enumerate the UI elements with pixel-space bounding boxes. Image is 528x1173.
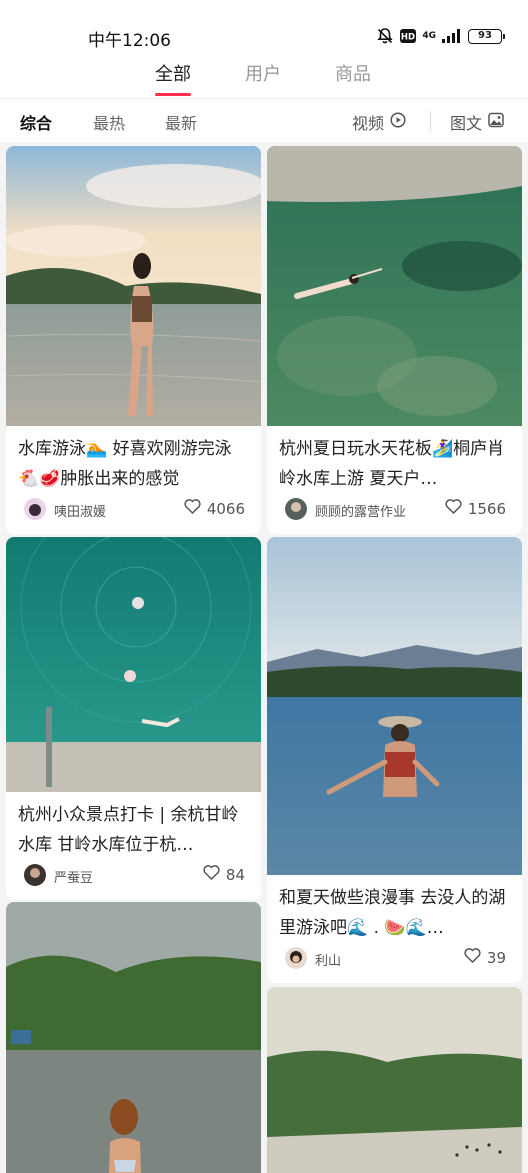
like-count: 84 <box>225 865 245 884</box>
feed-card[interactable]: 杭州小众景点打卡 | 余杭甘岭水库 甘岭水库位于杭… 严蚕豆 84 <box>6 537 261 900</box>
card-cover-image <box>267 987 522 1173</box>
card-title: 和夏天做些浪漫事 去没人的湖里游泳吧🌊 . 🍉🌊… <box>279 888 506 938</box>
signal-icon <box>442 29 462 43</box>
feed-card[interactable] <box>6 902 261 1173</box>
filter-image-text[interactable]: 图文 <box>450 110 504 134</box>
status-icons: HD 4G 93 <box>376 27 505 45</box>
filter-bar: 综合 最热 最新 视频 图文 <box>0 98 528 142</box>
card-cover-image <box>267 537 522 875</box>
filter-hottest[interactable]: 最热 <box>93 110 125 134</box>
card-meta: 利山 39 <box>267 943 522 983</box>
like-button[interactable]: 39 <box>464 948 506 967</box>
like-button[interactable]: 4066 <box>184 499 245 518</box>
mute-bell-icon <box>376 27 394 45</box>
network-type: 4G <box>422 30 436 41</box>
card-meta: 咦田淑媛 4066 <box>6 494 261 534</box>
like-count: 4066 <box>206 499 245 518</box>
filter-comprehensive[interactable]: 综合 <box>20 110 52 134</box>
card-title: 水库游泳🏊 好喜欢刚游完泳🐔🥩肿胀出来的感觉 <box>18 439 232 489</box>
author-name[interactable]: 严蚕豆 <box>54 867 93 886</box>
avatar[interactable] <box>24 498 46 520</box>
heart-icon <box>184 499 201 518</box>
feed-card[interactable]: 杭州夏日玩水天花板🏄‍♀️桐庐肖岭水库上游 夏天户… 顾顾的露营作业 1566 <box>267 146 522 534</box>
heart-icon <box>203 865 220 884</box>
image-icon <box>488 112 504 132</box>
avatar[interactable] <box>285 498 307 520</box>
tab-users[interactable]: 用户 <box>245 60 281 86</box>
tab-all[interactable]: 全部 <box>155 60 191 96</box>
avatar[interactable] <box>285 947 307 969</box>
filter-divider <box>430 111 431 131</box>
battery-icon: 93 <box>468 28 505 44</box>
tab-products[interactable]: 商品 <box>335 60 371 86</box>
filter-video-label: 视频 <box>352 114 385 133</box>
card-cover-image <box>6 146 261 426</box>
like-button[interactable]: 1566 <box>445 499 506 518</box>
like-button[interactable]: 84 <box>203 865 245 884</box>
status-bar: 中午12:06 HD 4G 93 <box>0 0 528 52</box>
svg-text:HD: HD <box>401 33 415 43</box>
status-time: 中午12:06 <box>88 31 171 51</box>
card-meta: 顾顾的露营作业 1566 <box>267 494 522 534</box>
card-meta: 严蚕豆 84 <box>6 860 261 900</box>
feed-card[interactable] <box>267 987 522 1173</box>
heart-icon <box>464 948 481 967</box>
feed-card[interactable]: 水库游泳🏊 好喜欢刚游完泳🐔🥩肿胀出来的感觉 咦田淑媛 4066 <box>6 146 261 534</box>
card-cover-image <box>6 902 261 1173</box>
feed-card[interactable]: 和夏天做些浪漫事 去没人的湖里游泳吧🌊 . 🍉🌊… 利山 39 <box>267 537 522 983</box>
avatar[interactable] <box>24 864 46 886</box>
like-count: 1566 <box>467 499 506 518</box>
author-name[interactable]: 利山 <box>315 950 341 969</box>
card-title: 杭州小众景点打卡 | 余杭甘岭水库 甘岭水库位于杭… <box>18 805 239 855</box>
heart-icon <box>445 499 462 518</box>
main-tabs: 全部 用户 商品 <box>0 52 528 98</box>
like-count: 39 <box>486 948 506 967</box>
author-name[interactable]: 顾顾的露营作业 <box>315 501 406 520</box>
filter-image-text-label: 图文 <box>450 114 483 133</box>
search-results-page: 中午12:06 HD 4G 93 全部 用户 商品 综合 最热 最新 视频 图文… <box>0 0 528 1173</box>
author-name[interactable]: 咦田淑媛 <box>54 501 106 520</box>
hd-badge-icon: HD <box>400 29 417 43</box>
card-cover-image <box>267 146 522 426</box>
card-cover-image <box>6 537 261 792</box>
card-title: 杭州夏日玩水天花板🏄‍♀️桐庐肖岭水库上游 夏天户… <box>279 439 505 489</box>
play-circle-icon <box>390 112 406 132</box>
filter-video[interactable]: 视频 <box>352 110 406 134</box>
filter-newest[interactable]: 最新 <box>165 110 197 134</box>
